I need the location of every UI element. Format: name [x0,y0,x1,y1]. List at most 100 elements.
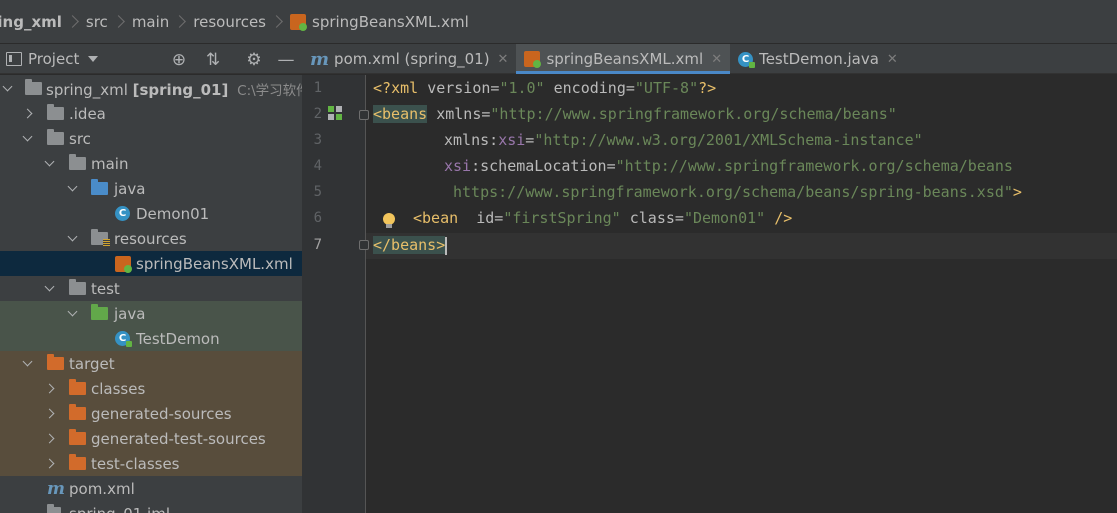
code-line-2: <beans xmlns="http://www.springframework… [373,105,897,123]
tree-item-test[interactable]: test [0,276,302,301]
editor-tabs: m pom.xml (spring_01) ✕ springBeansXML.x… [302,44,1117,74]
text-caret [445,236,448,255]
tree-item-testdemon[interactable]: C TestDemon [0,326,302,351]
tree-item-java[interactable]: java [0,176,302,201]
breadcrumb-src[interactable]: src [86,13,108,31]
line-number: 7 [313,237,322,253]
root-module: [spring_01] [132,80,229,99]
close-icon[interactable]: ✕ [887,52,898,67]
tree-item-idea[interactable]: .idea [0,101,302,126]
project-icon [6,51,22,66]
folder-icon [47,129,64,145]
folder-icon [69,279,86,295]
breadcrumb-main[interactable]: main [132,13,169,31]
breadcrumb-resources[interactable]: resources [193,13,266,31]
close-icon[interactable]: ✕ [498,52,509,67]
tab-testdemon-java[interactable]: C TestDemon.java ✕ [730,44,906,74]
collapse-icon[interactable]: ⇅ [204,51,222,69]
code-line-6: <bean id="firstSpring" class="Demon01" /… [413,209,793,227]
chevron-down-icon[interactable] [67,306,78,317]
tree-item-target[interactable]: target [0,351,302,376]
fold-icon[interactable] [359,240,369,250]
excluded-folder-icon [47,354,64,370]
tree-item-pom-xml[interactable]: m pom.xml [0,476,302,501]
folder-icon [69,154,86,170]
spring-xml-icon [524,51,542,68]
tree-item-generated-test-sources[interactable]: generated-test-sources [0,426,302,451]
line-number: 6 [313,210,322,226]
excluded-folder-icon [69,429,86,445]
iml-file-icon [47,504,61,513]
current-line-highlight [366,233,1117,259]
chevron-down-icon[interactable] [2,81,13,92]
breadcrumb-project[interactable]: ring_xml [0,13,62,31]
root-name: spring_xml [46,80,128,99]
chevron-down-icon[interactable] [22,131,33,142]
tree-item-springbeansxml[interactable]: springBeansXML.xml [0,251,302,276]
project-tree: spring_xml [spring_01] C:\学习软件 .idea src… [0,75,302,513]
chevron-down-icon[interactable] [88,55,99,62]
tree-item-demon01[interactable]: C Demon01 [0,201,302,226]
excluded-folder-icon [69,404,86,420]
chevron-right-icon[interactable] [44,433,55,444]
chevron-down-icon[interactable] [44,156,55,167]
fold-icon[interactable] [359,110,369,120]
project-panel-header: Project ⊕ ⇅ ⚙ — [0,44,302,74]
chevron-down-icon[interactable] [22,356,33,367]
tab-springbeansxml[interactable]: springBeansXML.xml ✕ [516,44,731,74]
java-class-icon: C [115,206,130,221]
maven-icon: m [47,478,65,499]
test-folder-icon [91,304,108,320]
breadcrumb-separator-icon [173,15,187,28]
minimize-icon[interactable]: — [277,51,295,69]
tab-pom-xml[interactable]: m pom.xml (spring_01) ✕ [302,44,516,74]
spring-bean-gutter-icon[interactable] [328,106,344,122]
tree-item-test-classes[interactable]: test-classes [0,451,302,476]
chevron-down-icon[interactable] [67,181,78,192]
tree-item-classes[interactable]: classes [0,376,302,401]
code-line-5: https://www.springframework.org/schema/b… [453,183,1022,201]
chevron-right-icon[interactable] [44,408,55,419]
tree-item-generated-sources[interactable]: generated-sources [0,401,302,426]
target-icon[interactable]: ⊕ [170,51,188,69]
tab-label: springBeansXML.xml [546,50,704,68]
tree-item-iml[interactable]: spring_01.iml [0,501,302,513]
line-number: 1 [313,80,322,96]
tree-item-src[interactable]: src [0,126,302,151]
chevron-right-icon[interactable] [44,383,55,394]
maven-icon: m [310,48,330,70]
close-icon[interactable]: ✕ [711,52,722,67]
gear-icon[interactable]: ⚙ [245,51,263,69]
spring-xml-icon [290,13,307,31]
tree-item-test-java[interactable]: java [0,301,302,326]
tree-item-root[interactable]: spring_xml [spring_01] C:\学习软件 [0,76,302,101]
breadcrumb-separator-icon [111,15,125,28]
excluded-folder-icon [69,454,86,470]
chevron-right-icon[interactable] [44,458,55,469]
resources-folder-icon [91,229,110,247]
line-number: 4 [313,158,322,174]
root-path: C:\学习软件 [237,82,302,99]
code-line-3: xmlns:xsi="http://www.w3.org/2001/XMLSch… [444,131,923,149]
code-line-7: </beans> [373,236,448,255]
chevron-down-icon[interactable] [67,231,78,242]
code-line-4: xsi:schemaLocation="http://www.springfra… [444,157,1013,175]
project-view-selector[interactable]: Project [28,50,79,68]
chevron-down-icon[interactable] [44,281,55,292]
lightbulb-icon[interactable] [383,213,395,228]
spring-xml-icon [115,255,132,273]
breadcrumb-separator-icon [270,15,283,28]
breadcrumb-separator-icon [66,15,79,28]
tab-label: TestDemon.java [759,50,879,68]
java-class-icon: C [738,51,756,68]
chevron-right-icon[interactable] [22,108,33,119]
module-folder-icon [25,79,42,95]
code-line-1: <?xml version="1.0" encoding="UTF-8"?> [373,79,717,97]
breadcrumb: ring_xml src main resources springBeansX… [0,0,1117,44]
line-number: 5 [313,184,322,200]
tree-item-main[interactable]: main [0,151,302,176]
line-number: 2 [313,106,322,122]
line-number: 3 [313,132,322,148]
tree-item-resources[interactable]: resources [0,226,302,251]
breadcrumb-file[interactable]: springBeansXML.xml [312,13,469,31]
